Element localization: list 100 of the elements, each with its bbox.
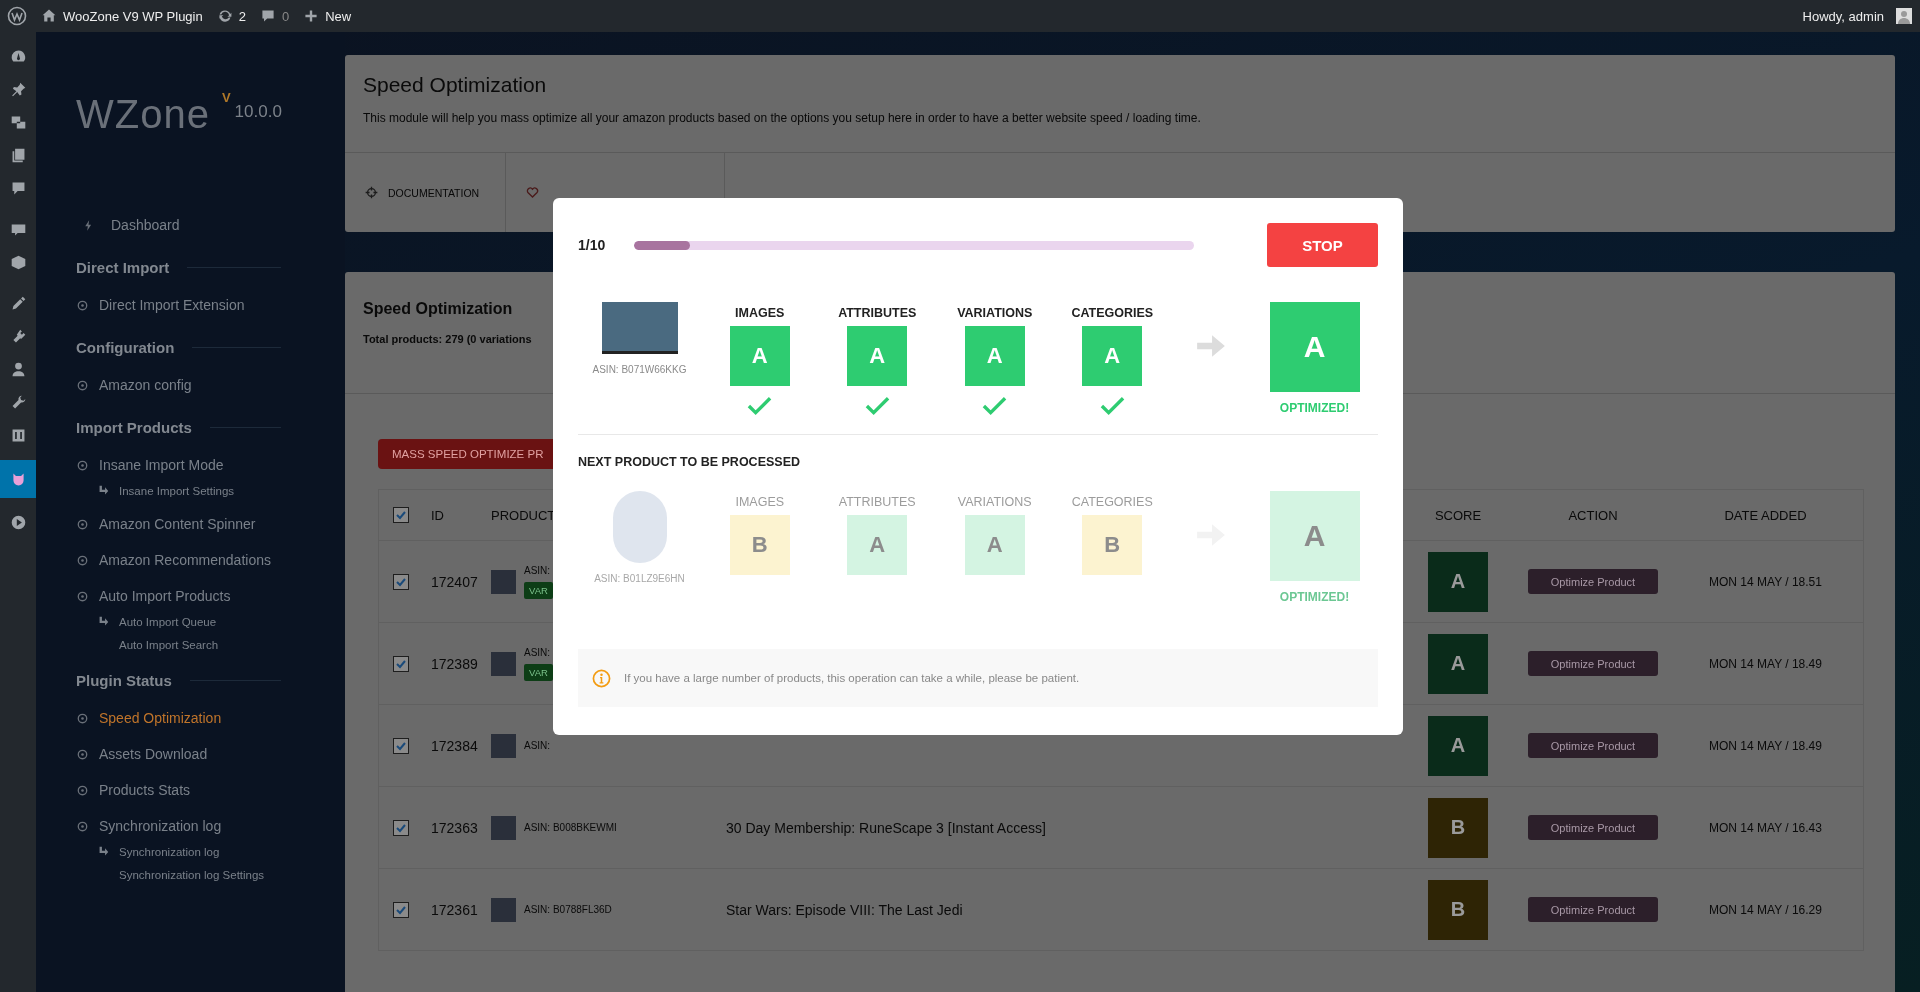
- menu-item[interactable]: [0, 460, 36, 498]
- sidebar-link[interactable]: Auto Import Products: [76, 578, 345, 614]
- score-badge: A: [1428, 633, 1488, 694]
- checkbox[interactable]: [393, 573, 409, 590]
- optimize-product-button[interactable]: Optimize Product: [1528, 569, 1658, 594]
- checkbox[interactable]: [393, 507, 409, 523]
- checkmark-icon: [982, 396, 1008, 416]
- product-title: Star Wars: Episode VIII: The Last Jedi: [726, 901, 963, 918]
- check-label: ATTRIBUTES: [838, 495, 916, 509]
- info-icon: [592, 668, 611, 688]
- table-cell: 172384: [431, 737, 478, 754]
- sidebar-sublink[interactable]: Synchronization log Settings: [119, 868, 265, 881]
- column-header: DATE ADDED: [1724, 507, 1807, 523]
- section-title: Configuration: [76, 338, 175, 356]
- optimize-product-button[interactable]: Optimize Product: [1528, 897, 1658, 922]
- check-label: VARIATIONS: [957, 306, 1033, 320]
- status-text: OPTIMIZED!: [1279, 401, 1350, 415]
- sidebar-sublink[interactable]: Auto Import Search: [119, 638, 219, 651]
- comments-link[interactable]: 0: [259, 8, 290, 24]
- sidebar-sublink[interactable]: Synchronization log: [119, 845, 220, 858]
- sidebar-link[interactable]: Assets Download: [76, 736, 345, 772]
- column-header: ID: [431, 507, 444, 523]
- checkbox[interactable]: [393, 819, 409, 836]
- new-link[interactable]: New: [303, 8, 352, 24]
- grade-badge: A: [1082, 326, 1143, 386]
- checkmark-icon: [747, 396, 773, 416]
- asin-text: ASIN:: [524, 564, 551, 576]
- grade-badge: A: [964, 515, 1025, 575]
- checkbox[interactable]: [393, 901, 409, 918]
- column-header: SCORE: [1434, 507, 1482, 523]
- site-title-link[interactable]: WooZone V9 WP Plugin: [41, 8, 203, 24]
- result-grade-badge: A: [1269, 302, 1360, 392]
- asin-text: ASIN: B0788FL36D: [524, 904, 612, 915]
- sidebar-link[interactable]: Synchronization log: [76, 808, 345, 844]
- sidebar-link[interactable]: Direct Import Extension: [76, 287, 345, 323]
- documentation-link[interactable]: DOCUMENTATION: [345, 153, 507, 232]
- sidebar-link[interactable]: Products Stats: [76, 772, 345, 808]
- date-added: MON 14 MAY / 16.29: [1709, 902, 1822, 917]
- plus-icon: [303, 8, 320, 24]
- checkbox[interactable]: [393, 737, 409, 754]
- sidebar-sublink[interactable]: Insane Import Settings: [119, 484, 235, 497]
- check-label: IMAGES: [735, 495, 785, 509]
- cube-icon: [9, 254, 27, 271]
- return-arrow-icon: [98, 846, 109, 857]
- grade-badge: A: [847, 515, 908, 575]
- check-label: CATEGORIES: [1071, 306, 1154, 320]
- sidebar-link[interactable]: Speed Optimization: [76, 700, 345, 736]
- check-label: IMAGES: [735, 306, 785, 320]
- table-cell: 172361: [431, 901, 478, 918]
- sidebar-link[interactable]: Insane Import Mode: [76, 447, 345, 483]
- section-title: Speed Optimization: [363, 300, 513, 318]
- photo-placeholder: [491, 569, 516, 594]
- product-title: 30 Day Membership: RuneScape 3 [Instant Access]: [726, 819, 1046, 836]
- account-link[interactable]: Howdy, admin: [1802, 8, 1912, 24]
- date-added: MON 14 MAY / 18.49: [1709, 656, 1822, 671]
- table-cell: 172389: [431, 655, 478, 672]
- notice-text: If you have a large number of products, this operation can take a while, please be patient.: [624, 672, 1080, 684]
- result-grade-badge: A: [1269, 491, 1360, 581]
- variation-badge: VAR: [524, 581, 553, 599]
- asin-text: ASIN: B01LZ9E6HN: [594, 573, 685, 584]
- column-header: ACTION: [1568, 507, 1618, 523]
- sidebar-link[interactable]: Dashboard: [76, 207, 345, 243]
- play-icon: [9, 514, 27, 531]
- sidebar-sublink[interactable]: Auto Import Queue: [119, 615, 217, 628]
- section-title: Import Products: [76, 418, 192, 436]
- stop-button[interactable]: STOP: [1267, 223, 1378, 267]
- checkbox[interactable]: [393, 655, 409, 672]
- grade-badge: B: [729, 515, 790, 575]
- return-arrow-icon: [98, 616, 109, 627]
- sidebar-link[interactable]: Amazon Recommendations: [76, 542, 345, 578]
- version-number: 10.0.0: [234, 102, 282, 122]
- comment-icon: [259, 8, 276, 24]
- heart-icon[interactable]: [526, 186, 540, 199]
- asin-text: ASIN: B008BKEWMI: [524, 822, 617, 833]
- photo-placeholder: [491, 651, 516, 676]
- asin-text: ASIN:: [524, 740, 551, 751]
- page-title: Speed Optimization: [363, 73, 548, 97]
- check-label: CATEGORIES: [1071, 495, 1153, 509]
- status-text: OPTIMIZED!: [1279, 590, 1350, 604]
- photo-placeholder: [491, 733, 516, 758]
- sidebar-link[interactable]: Amazon config: [76, 367, 345, 403]
- optimize-product-button[interactable]: Optimize Product: [1528, 733, 1658, 758]
- optimize-product-button[interactable]: Optimize Product: [1528, 815, 1658, 840]
- sidebar-link[interactable]: Amazon Content Spinner: [76, 506, 345, 542]
- pin-icon: [9, 81, 27, 98]
- table-cell: 172363: [431, 819, 478, 836]
- page-description: This module will help you mass optimize all your amazon products based on the options you setup here in order to have a better website speed / loading time.: [363, 111, 1202, 125]
- asin-text: ASIN:: [524, 646, 551, 658]
- optimize-product-button[interactable]: Optimize Product: [1528, 651, 1658, 676]
- media-icon: [9, 114, 27, 131]
- return-arrow-icon: [98, 485, 109, 496]
- updates-link[interactable]: 2: [216, 8, 246, 24]
- logo-text: WZone: [76, 94, 210, 134]
- score-badge: B: [1428, 879, 1488, 940]
- photo-placeholder: [491, 815, 516, 840]
- section-title: Plugin Status: [76, 671, 172, 689]
- date-added: MON 14 MAY / 18.49: [1709, 738, 1822, 753]
- check-label: VARIATIONS: [957, 495, 1032, 509]
- wordpress-logo-icon[interactable]: [7, 6, 27, 26]
- photo-placeholder: [491, 897, 516, 922]
